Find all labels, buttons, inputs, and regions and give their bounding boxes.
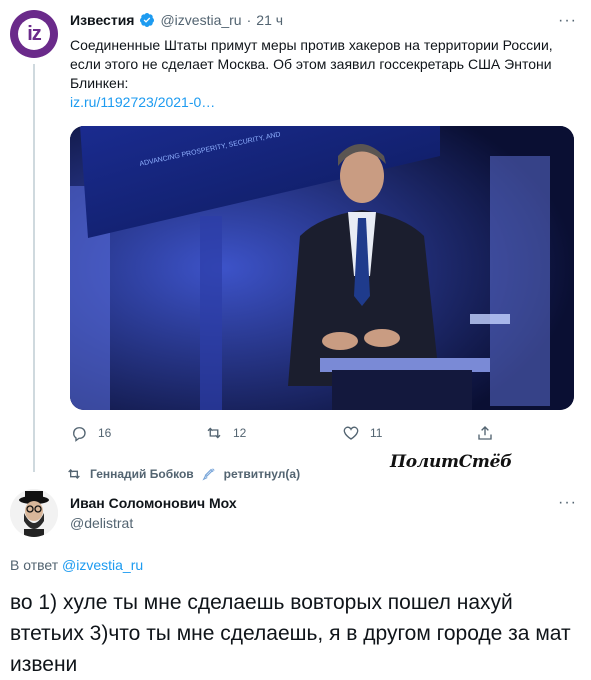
izvestia-logo: iz: [18, 18, 50, 50]
reply-count: 16: [98, 426, 112, 440]
speaker-podium-photo: ADVANCING PROSPERITY, SECURITY, AND: [70, 126, 574, 410]
watermark-logo: ПолитСтёб: [390, 452, 513, 472]
bearded-man-avatar: [10, 489, 58, 537]
reply-action[interactable]: 16: [70, 424, 111, 442]
reply-author-handle[interactable]: @delistrat: [70, 515, 133, 531]
share-action[interactable]: [476, 424, 494, 442]
heart-icon: [343, 426, 359, 440]
timestamp[interactable]: 21 ч: [256, 12, 283, 28]
author-name[interactable]: Известия: [70, 12, 134, 28]
share-icon: [478, 426, 492, 440]
reply-icon: [73, 427, 86, 442]
izvestia-avatar[interactable]: iz: [10, 10, 58, 58]
tweet-header: Известия @izvestia_ru · 21 ч: [70, 12, 283, 28]
reply-tweet-text: во 1) хуле ты мне сделаешь вовторых поше…: [10, 591, 571, 676]
reply-author-name[interactable]: Иван Соломонович Мох: [70, 495, 237, 511]
tweet-body: Соединенные Штаты примут меры против хак…: [70, 37, 553, 91]
reply-to-handle[interactable]: @izvestia_ru: [62, 557, 143, 573]
author-handle[interactable]: @izvestia_ru: [160, 12, 241, 28]
more-options-icon[interactable]: ···: [558, 12, 577, 30]
verified-badge-icon: [140, 13, 155, 27]
retweeter-name[interactable]: Геннадий Бобков: [90, 467, 194, 481]
reply-prefix: В ответ: [10, 557, 59, 573]
syringe-icon: [202, 468, 215, 481]
user-avatar[interactable]: [10, 489, 58, 537]
tweet-link[interactable]: iz.ru/1192723/2021-0…: [70, 94, 215, 110]
replying-to: В ответ @izvestia_ru: [10, 557, 143, 573]
tweet-text: Соединенные Штаты примут меры против хак…: [70, 36, 560, 112]
retweet-icon: [207, 427, 221, 439]
tweet-photo[interactable]: ADVANCING PROSPERITY, SECURITY, AND: [70, 126, 574, 410]
retweet-icon: [68, 469, 80, 479]
more-options-icon[interactable]: ···: [558, 494, 577, 512]
retweet-notice: Геннадий Бобков ретвитнул(а): [66, 466, 300, 482]
like-action[interactable]: 11: [342, 424, 382, 442]
separator-dot: ·: [246, 12, 252, 28]
tweet-actions: 16 12 11: [70, 424, 500, 444]
retweet-count: 12: [233, 426, 247, 440]
thread-line: [33, 64, 35, 472]
retweet-action[interactable]: 12: [205, 424, 246, 442]
retweet-suffix: ретвитнул(а): [223, 467, 301, 481]
like-count: 11: [370, 426, 383, 440]
